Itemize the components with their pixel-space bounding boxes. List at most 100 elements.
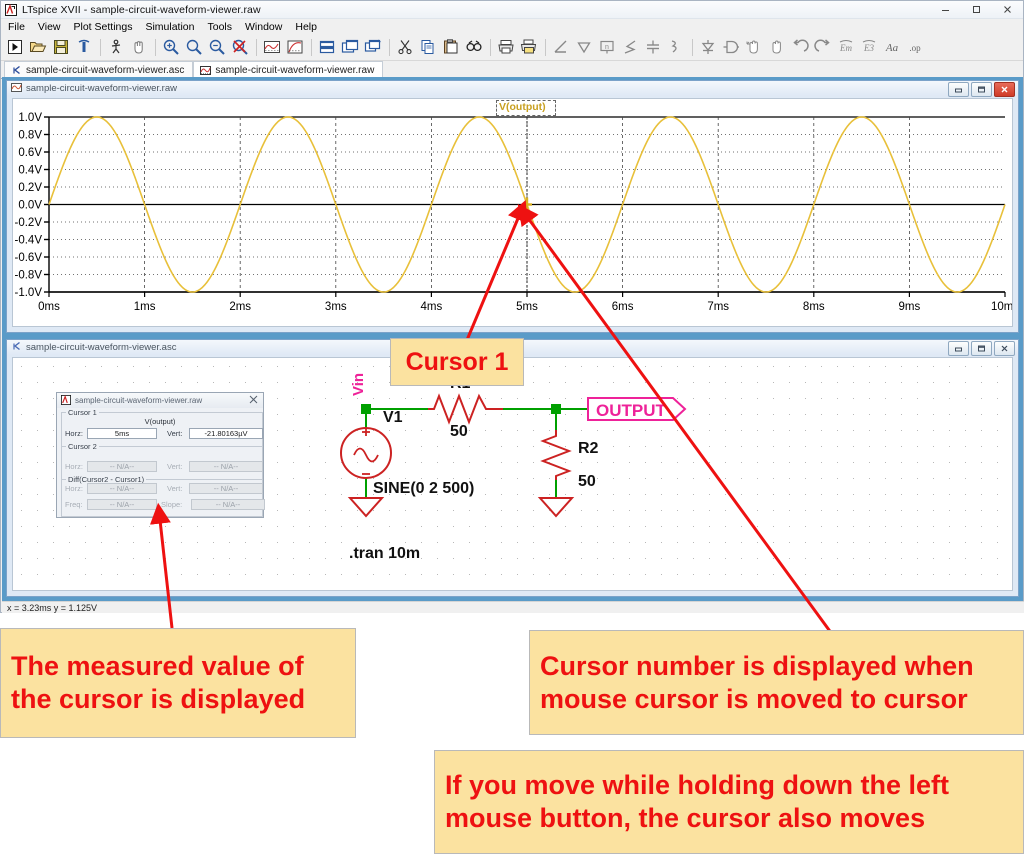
save-icon[interactable] bbox=[50, 36, 72, 58]
svg-text:Em: Em bbox=[839, 43, 852, 53]
trace-label[interactable]: V(output) bbox=[499, 101, 546, 113]
waveform-window-titlebar[interactable]: sample-circuit-waveform-viewer.raw bbox=[7, 81, 1018, 97]
menu-item-plot-settings[interactable]: Plot Settings bbox=[73, 21, 134, 33]
diode-icon[interactable] bbox=[697, 36, 719, 58]
drag-icon[interactable] bbox=[766, 36, 788, 58]
redo-icon[interactable] bbox=[812, 36, 834, 58]
svg-text:50: 50 bbox=[578, 473, 596, 490]
svg-text:6ms: 6ms bbox=[612, 301, 634, 313]
menu-item-window[interactable]: Window bbox=[244, 21, 283, 33]
svg-text:1ms: 1ms bbox=[134, 301, 156, 313]
voltage-source-v1[interactable] bbox=[340, 427, 392, 479]
resistor-r2[interactable] bbox=[540, 430, 572, 480]
ltspice-main-window: LTspice XVII - sample-circuit-waveform-v… bbox=[0, 0, 1024, 613]
capacitor-icon[interactable] bbox=[642, 36, 664, 58]
cursor-readout-dialog[interactable]: sample-circuit-waveform-viewer.raw Curso… bbox=[56, 392, 265, 518]
svg-text:Aa: Aa bbox=[885, 42, 899, 54]
ground-icon[interactable] bbox=[573, 36, 595, 58]
minimize-button[interactable] bbox=[930, 1, 961, 18]
rotate-icon[interactable]: Em bbox=[835, 36, 857, 58]
menu-item-file[interactable]: File bbox=[7, 21, 26, 33]
menu-item-view[interactable]: View bbox=[37, 21, 62, 33]
zoom-back-icon[interactable] bbox=[229, 36, 251, 58]
waveform-window-title: sample-circuit-waveform-viewer.raw bbox=[26, 83, 177, 94]
component-icon[interactable] bbox=[720, 36, 742, 58]
open-file-icon[interactable] bbox=[27, 36, 49, 58]
waveform-plot-svg: 1.0V 0.8V 0.6V 0.4V 0.2V 0.0V -0.2V -0.4V -0.6V -… bbox=[15, 112, 1013, 313]
menu-item-tools[interactable]: Tools bbox=[206, 21, 233, 33]
close-button[interactable] bbox=[992, 1, 1023, 18]
cursor2-horz-label: Horz: bbox=[65, 462, 83, 471]
svg-text:-0.8V: -0.8V bbox=[15, 270, 43, 282]
tab-waveform[interactable]: sample-circuit-waveform-viewer.raw bbox=[193, 61, 384, 78]
waveform-close-button[interactable] bbox=[994, 82, 1015, 97]
svg-text:-0.2V: -0.2V bbox=[15, 217, 43, 229]
svg-text:SINE(0 2 500): SINE(0 2 500) bbox=[373, 480, 474, 497]
waveform-viewer-icon[interactable] bbox=[261, 36, 283, 58]
schematic-close-button[interactable] bbox=[994, 341, 1015, 356]
status-bar: x = 3.23ms y = 1.125V bbox=[2, 601, 1024, 613]
waveform-maximize-button[interactable] bbox=[971, 82, 992, 97]
ltspice-logo-icon bbox=[5, 3, 17, 16]
diff-horz-label: Horz: bbox=[65, 484, 83, 493]
paste-icon[interactable] bbox=[440, 36, 462, 58]
cursor2-vert-value: -- N/A-- bbox=[189, 461, 263, 472]
svg-text:.op: .op bbox=[909, 43, 921, 53]
copy-icon[interactable] bbox=[417, 36, 439, 58]
svg-text:V1: V1 bbox=[383, 409, 403, 426]
tile-vertical-icon[interactable] bbox=[339, 36, 361, 58]
print-preview-icon[interactable] bbox=[518, 36, 540, 58]
tab-schematic[interactable]: sample-circuit-waveform-viewer.asc bbox=[4, 61, 194, 78]
waveform-plot-area[interactable]: 1.0V 0.8V 0.6V 0.4V 0.2V 0.0V -0.2V -0.4V -0.6V -… bbox=[12, 98, 1013, 327]
print-icon[interactable] bbox=[495, 36, 517, 58]
resistor-icon[interactable] bbox=[619, 36, 641, 58]
spice-error-log-icon[interactable] bbox=[284, 36, 306, 58]
toolbar: n Em E3 Aa .op bbox=[1, 34, 1023, 61]
cursor2-horz-row: Horz: -- N/A-- bbox=[65, 461, 157, 472]
find-icon[interactable] bbox=[463, 36, 485, 58]
menu-item-help[interactable]: Help bbox=[294, 21, 318, 33]
svg-text:8ms: 8ms bbox=[803, 301, 825, 313]
svg-text:10ms: 10ms bbox=[991, 301, 1012, 313]
tile-horizontal-icon[interactable] bbox=[316, 36, 338, 58]
draw-wire-icon[interactable] bbox=[550, 36, 572, 58]
svg-text:0ms: 0ms bbox=[38, 301, 60, 313]
label-net-icon[interactable]: n bbox=[596, 36, 618, 58]
diff-horz-value: -- N/A-- bbox=[87, 483, 157, 494]
cursor1-vert-value[interactable]: -21.80163µV bbox=[189, 428, 263, 439]
schematic-minimize-button[interactable] bbox=[948, 341, 969, 356]
resistor-r1[interactable] bbox=[428, 393, 503, 425]
cursor-dialog-titlebar[interactable]: sample-circuit-waveform-viewer.raw bbox=[57, 393, 263, 408]
svg-text:0.0V: 0.0V bbox=[18, 200, 42, 212]
pan-hand-icon[interactable] bbox=[128, 36, 150, 58]
cut-icon[interactable] bbox=[394, 36, 416, 58]
cursor2-vert-label: Vert: bbox=[167, 462, 183, 471]
svg-text:0.4V: 0.4V bbox=[18, 165, 42, 177]
run-icon[interactable] bbox=[4, 36, 26, 58]
cursor1-horz-value[interactable]: 5ms bbox=[87, 428, 157, 439]
maximize-button[interactable] bbox=[961, 1, 992, 18]
menu-item-simulation[interactable]: Simulation bbox=[144, 21, 195, 33]
svg-text:0.2V: 0.2V bbox=[18, 182, 42, 194]
cascade-icon[interactable] bbox=[362, 36, 384, 58]
svg-text:50: 50 bbox=[450, 423, 468, 440]
zoom-area-icon[interactable] bbox=[160, 36, 182, 58]
mirror-icon[interactable]: E3 bbox=[858, 36, 880, 58]
zoom-in-icon[interactable] bbox=[183, 36, 205, 58]
cursor1-trace-name: V(output) bbox=[144, 417, 176, 426]
inductor-icon[interactable] bbox=[665, 36, 687, 58]
waveform-minimize-button[interactable] bbox=[948, 82, 969, 97]
diff-vert-row: Vert: -- N/A-- bbox=[167, 483, 263, 494]
zoom-out-icon[interactable] bbox=[206, 36, 228, 58]
text-icon[interactable]: Aa bbox=[881, 36, 903, 58]
undo-icon[interactable] bbox=[789, 36, 811, 58]
schematic-maximize-button[interactable] bbox=[971, 341, 992, 356]
svg-text:2ms: 2ms bbox=[229, 301, 251, 313]
probe-icon[interactable] bbox=[73, 36, 95, 58]
move-icon[interactable] bbox=[743, 36, 765, 58]
spice-directive-icon[interactable]: .op bbox=[904, 36, 926, 58]
cursor2-vert-row: Vert: -- N/A-- bbox=[167, 461, 263, 472]
halt-icon[interactable] bbox=[105, 36, 127, 58]
cursor-dialog-close-icon[interactable] bbox=[249, 395, 258, 406]
cursor1-group-label: Cursor 1 bbox=[66, 408, 99, 417]
